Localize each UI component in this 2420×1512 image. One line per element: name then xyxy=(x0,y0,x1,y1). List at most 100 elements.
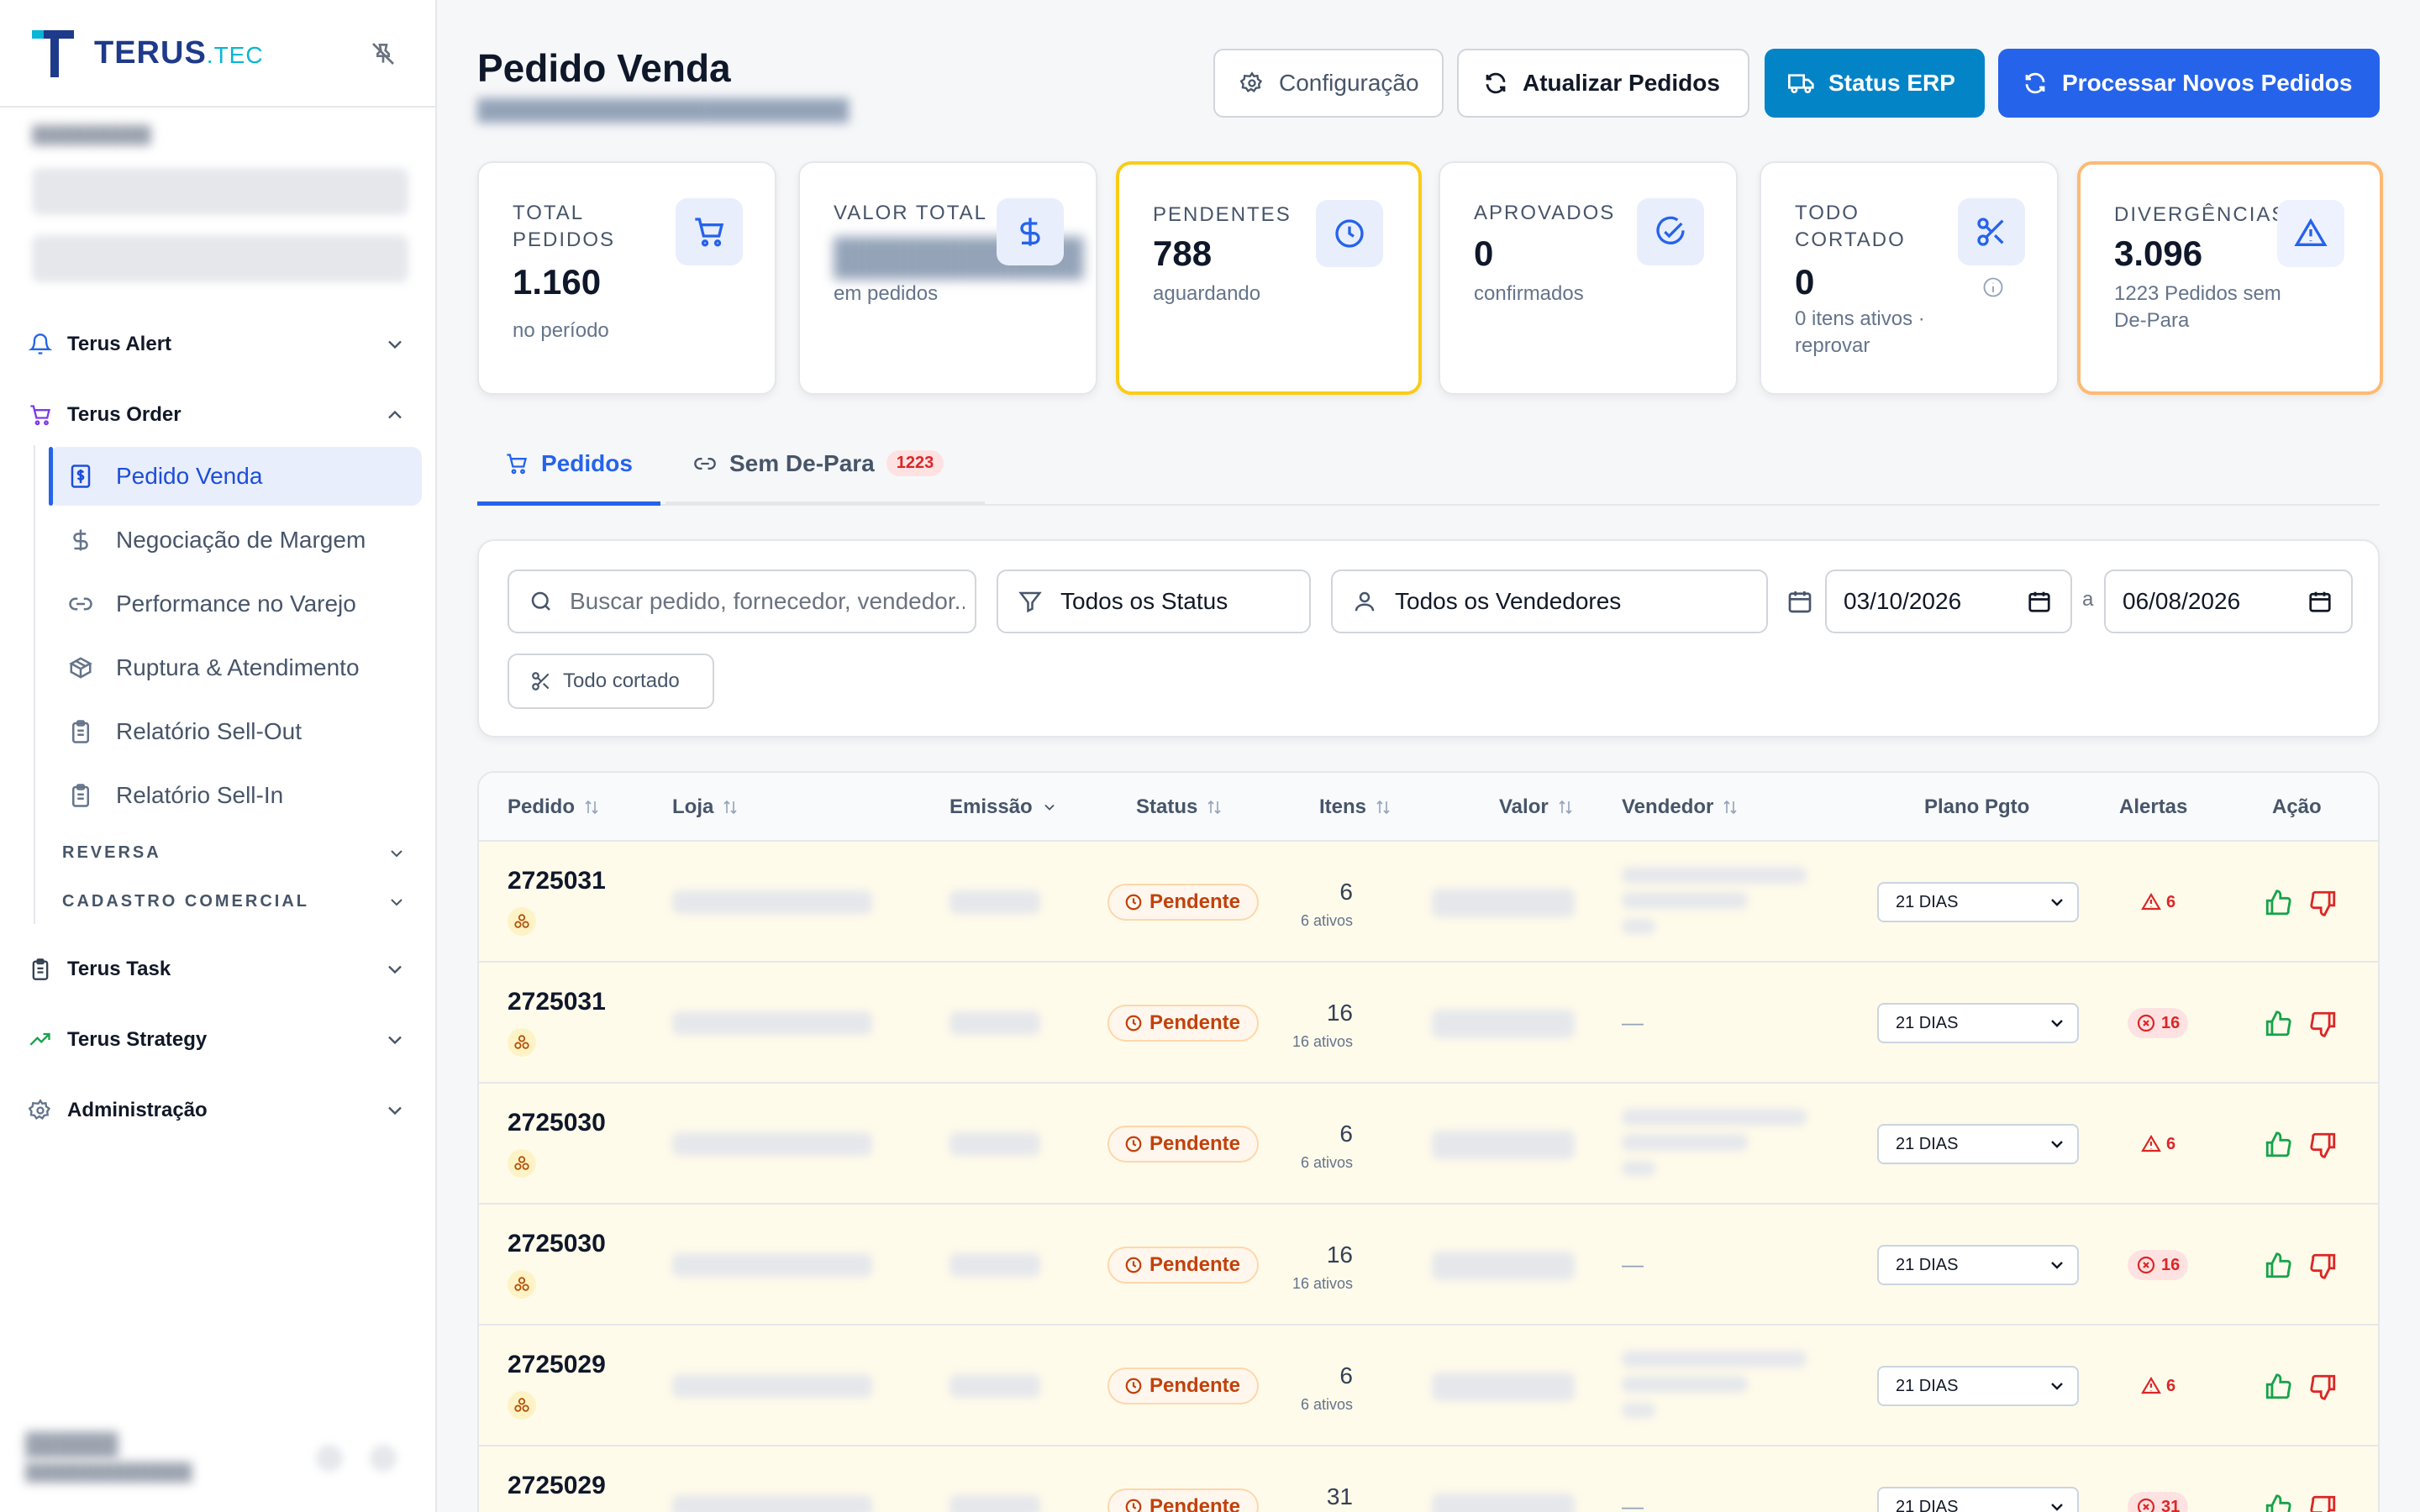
active-indicator xyxy=(49,447,53,506)
items-active: 16 ativos xyxy=(1292,1033,1353,1050)
column-header[interactable]: Valor xyxy=(1499,773,1574,842)
card-label: DIVERGÊNCIAS xyxy=(2114,203,2287,226)
sidebar-item-performance-varejo[interactable]: Performance no Varejo xyxy=(49,575,422,633)
chevron-up-icon xyxy=(388,410,402,419)
alert-badge[interactable]: 31 xyxy=(2128,1492,2189,1512)
payment-plan-select[interactable]: 21 DIAS xyxy=(1877,1245,2079,1285)
nav-group-terus-alert[interactable]: Terus Alert xyxy=(0,319,437,370)
sidebar-item-ruptura-atendimento[interactable]: Ruptura & Atendimento xyxy=(49,638,422,697)
sidebar-item-negociacao-margem[interactable]: Negociação de Margem xyxy=(49,511,422,570)
items-active: 6 ativos xyxy=(1300,1154,1353,1171)
count-badge: 1223 xyxy=(886,450,944,476)
alert-count: 31 xyxy=(2161,1497,2181,1512)
approve-thumbs-up-icon[interactable] xyxy=(2264,1494,2292,1512)
payment-plan-value: 21 DIAS xyxy=(1896,892,1959,911)
nav-group-terus-order[interactable]: Terus Order xyxy=(0,390,437,440)
column-header[interactable]: Itens xyxy=(1319,773,1392,842)
status-badge: Pendente xyxy=(1107,1005,1260,1042)
payment-plan-select[interactable]: 21 DIAS xyxy=(1877,1487,2079,1512)
reject-thumbs-down-icon[interactable] xyxy=(2309,1010,2338,1038)
sidebar-item-relatorio-sell-out[interactable]: Relatório Sell-Out xyxy=(49,702,422,761)
filter-panel: Todos os Status Todos os Vendedores 03/1… xyxy=(477,539,2380,738)
section-label-text: REVERSA xyxy=(62,843,161,862)
payment-plan-select[interactable]: 21 DIAS xyxy=(1877,1003,2079,1043)
table-row[interactable]: 2725031 Pendente 6 6 ativos 21 DIAS 6 xyxy=(479,842,2378,963)
payment-plan-select[interactable]: 21 DIAS xyxy=(1877,1366,2079,1406)
search-input[interactable] xyxy=(570,583,965,620)
todo-cortado-filter-chip[interactable]: Todo cortado xyxy=(508,654,714,709)
seller-filter-select[interactable]: Todos os Vendedores xyxy=(1331,570,1768,633)
column-header[interactable]: Vendedor xyxy=(1622,773,1739,842)
status-text: Pendente xyxy=(1150,1132,1241,1155)
sort-icon xyxy=(1206,798,1223,816)
nav-group-terus-strategy[interactable]: Terus Strategy xyxy=(0,1015,437,1065)
status-badge: Pendente xyxy=(1107,1247,1260,1284)
date-to-field[interactable]: 06/08/2026 xyxy=(2104,570,2353,633)
nav-group-administracao[interactable]: Administração xyxy=(0,1085,437,1136)
blurred-seller xyxy=(1622,919,1655,934)
processar-novos-pedidos-button[interactable]: Processar Novos Pedidos xyxy=(1998,49,2380,118)
atualizar-pedidos-button[interactable]: Atualizar Pedidos xyxy=(1457,49,1749,118)
column-header[interactable]: Status xyxy=(1136,773,1223,842)
approve-thumbs-up-icon[interactable] xyxy=(2264,1131,2292,1159)
card-sub: 0 itens ativos · reprovar xyxy=(1795,307,1925,357)
reject-thumbs-down-icon[interactable] xyxy=(2309,889,2338,917)
logout-icon[interactable] xyxy=(370,1445,397,1472)
date-from-value: 03/10/2026 xyxy=(1844,588,1962,614)
chip-label: Todo cortado xyxy=(563,669,680,692)
section-cadastro-comercial[interactable]: CADASTRO COMERCIAL xyxy=(62,892,415,911)
user-settings-icon[interactable] xyxy=(316,1445,343,1472)
table-row[interactable]: 2725030 Pendente 6 6 ativos 21 DIAS 6 xyxy=(479,1084,2378,1205)
status-erp-button[interactable]: Status ERP xyxy=(1765,49,1985,118)
sidebar-item-pedido-venda[interactable]: Pedido Venda xyxy=(49,447,422,506)
approve-thumbs-up-icon[interactable] xyxy=(2264,1252,2292,1280)
date-from-field[interactable]: 03/10/2026 xyxy=(1825,570,2072,633)
column-header[interactable]: Pedido xyxy=(508,773,600,842)
status-filter-select[interactable]: Todos os Status xyxy=(997,570,1311,633)
approve-thumbs-up-icon[interactable] xyxy=(2264,1010,2292,1038)
column-header-label: Vendedor xyxy=(1622,795,1714,818)
alert-badge[interactable]: 16 xyxy=(2128,1008,2189,1038)
blurred-store-select[interactable] xyxy=(32,168,408,215)
orders-table: Pedido Loja Emissão Status Itens Valor Vendedo… xyxy=(477,771,2380,1512)
alert-badge[interactable]: 6 xyxy=(2133,1371,2184,1401)
alert-badge[interactable]: 6 xyxy=(2133,887,2184,917)
alert-badge[interactable]: 16 xyxy=(2128,1250,2189,1280)
status-text: Pendente xyxy=(1150,1011,1241,1034)
order-number: 2725029 xyxy=(508,1472,606,1499)
table-row[interactable]: 2725029 Pendente 6 6 ativos 21 DIAS 6 xyxy=(479,1326,2378,1446)
table-row[interactable]: 2725030 Pendente 16 16 ativos — 21 DIAS 16 xyxy=(479,1205,2378,1326)
calendar-picker-icon[interactable] xyxy=(2307,589,2333,614)
info-icon[interactable] xyxy=(1981,276,2005,299)
tab-pedidos[interactable]: Pedidos xyxy=(477,425,660,506)
section-reversa[interactable]: REVERSA xyxy=(62,843,415,863)
gear-icon xyxy=(27,1097,54,1124)
unpin-sidebar-button[interactable] xyxy=(366,37,400,71)
calendar-picker-icon[interactable] xyxy=(2027,589,2052,614)
search-field[interactable] xyxy=(508,570,976,633)
payment-plan-select[interactable]: 21 DIAS xyxy=(1877,1124,2079,1164)
tab-sem-de-para[interactable]: Sem De-Para 1223 xyxy=(666,425,985,506)
reject-thumbs-down-icon[interactable] xyxy=(2309,1131,2338,1159)
approve-thumbs-up-icon[interactable] xyxy=(2264,1373,2292,1401)
reject-thumbs-down-icon[interactable] xyxy=(2309,1252,2338,1280)
blurred-filter-select[interactable] xyxy=(32,235,408,282)
reject-thumbs-down-icon[interactable] xyxy=(2309,1494,2338,1512)
sidebar-item-relatorio-sell-in[interactable]: Relatório Sell-In xyxy=(49,766,422,825)
order-type-icon xyxy=(508,1391,536,1420)
nav-group-terus-task[interactable]: Terus Task xyxy=(0,944,437,995)
column-header[interactable]: Emissão xyxy=(950,773,1058,842)
alert-badge[interactable]: 6 xyxy=(2133,1129,2184,1159)
payment-plan-select[interactable]: 21 DIAS xyxy=(1877,882,2079,922)
blurred-section-label: ██████████ xyxy=(32,126,151,144)
reject-thumbs-down-icon[interactable] xyxy=(2309,1373,2338,1401)
table-row[interactable]: 2725029Pendente3131 ativos—21 DIAS31 xyxy=(479,1446,2378,1512)
configuracao-button[interactable]: Configuração xyxy=(1213,49,1444,118)
table-row[interactable]: 2725031 Pendente 16 16 ativos — 21 DIAS 16 xyxy=(479,963,2378,1084)
status-text: Pendente xyxy=(1150,1495,1241,1512)
blurred-value xyxy=(1432,1494,1575,1512)
card-value: 3.096 xyxy=(2114,234,2203,273)
approve-thumbs-up-icon[interactable] xyxy=(2264,889,2292,917)
column-header[interactable]: Loja xyxy=(672,773,739,842)
search-icon xyxy=(528,588,555,615)
